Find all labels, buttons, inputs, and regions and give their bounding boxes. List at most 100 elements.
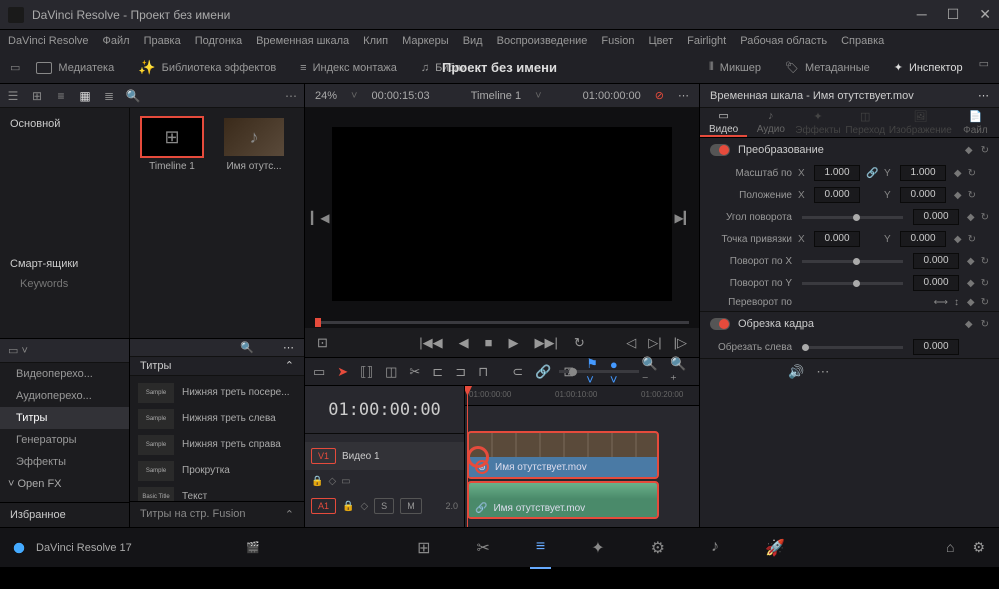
next-frame-icon[interactable]: ▶▶| [534, 335, 557, 351]
zoom-out-icon[interactable]: 🔍⁻ [642, 356, 658, 388]
menu-item[interactable]: Правка [144, 35, 181, 47]
tab-audio[interactable]: ♪Аудио [747, 108, 794, 137]
lock-icon[interactable]: 🔒 [342, 501, 354, 512]
first-frame-icon[interactable]: |◀◀ [419, 335, 442, 351]
menu-item[interactable]: Временная шкала [256, 35, 349, 47]
stop-icon[interactable]: ■ [485, 335, 493, 350]
close-button[interactable]: ✕ [979, 6, 991, 23]
options-icon[interactable]: ⋯ [978, 89, 989, 102]
keyframe-icon[interactable]: ◆ [967, 278, 975, 289]
keyframe-icon[interactable]: ◆ [954, 190, 962, 201]
track-view-icon[interactable]: ▭ [341, 476, 350, 487]
title-item[interactable]: SampleНижняя треть справа [136, 432, 298, 458]
home-icon[interactable]: ⌂ [946, 539, 954, 556]
menu-item[interactable]: Fusion [601, 35, 634, 47]
selection-tool-icon[interactable]: ➤ [337, 364, 348, 380]
link-xy-icon[interactable]: 🔗 [866, 168, 878, 179]
crop-section-head[interactable]: Обрезка кадра ◆↻ [700, 312, 999, 336]
reset-icon[interactable]: ↻ [968, 234, 976, 245]
tab-transition[interactable]: ◫Переход [842, 108, 889, 137]
menu-item[interactable]: Маркеры [402, 35, 449, 47]
page-color[interactable]: ⚙ [651, 538, 665, 558]
viewer[interactable]: ▎◀ ▶▎ [305, 108, 699, 328]
page-fusion[interactable]: ✦ [591, 538, 604, 558]
match-frame-icon[interactable]: ⊡ [317, 335, 328, 351]
title-item[interactable]: SampleПрокрутка [136, 458, 298, 484]
crop-toggle[interactable] [710, 318, 730, 330]
editindex-toggle[interactable]: ≡Индекс монтажа [292, 58, 405, 78]
favorites-label[interactable]: Избранное [0, 502, 129, 527]
reset-icon[interactable]: ↻ [981, 278, 989, 289]
keyframe-icon[interactable]: ◆ [967, 212, 975, 223]
blade-tool-icon[interactable]: ✂ [409, 364, 420, 380]
panel-toggle-icon[interactable]: ▭ [979, 57, 989, 78]
list-view-icon[interactable]: ☰ [6, 90, 20, 102]
replace-icon[interactable]: ⊓ [478, 364, 488, 380]
bypass-icon[interactable]: ⊘ [655, 89, 664, 102]
tab-video[interactable]: ▭Видео [700, 108, 747, 137]
title-item[interactable]: Basic TitleТекст [136, 484, 298, 501]
list-icon[interactable]: ≣ [102, 90, 116, 102]
smart-bins[interactable]: Смарт-ящики [0, 254, 129, 274]
menu-item[interactable]: Fairlight [687, 35, 726, 47]
mixer-toggle[interactable]: ⦀Микшер [701, 57, 769, 78]
page-fairlight[interactable]: ♪ [711, 538, 719, 558]
mark-out-icon[interactable]: ▷| [648, 335, 661, 351]
transform-section-head[interactable]: Преобразование ◆↻ [700, 138, 999, 162]
inspector-toggle[interactable]: ✦Инспектор [886, 57, 971, 78]
timeline-name[interactable]: Timeline 1 [471, 90, 521, 102]
rotation-slider[interactable] [802, 216, 903, 219]
options-icon[interactable]: ⋯ [283, 341, 294, 354]
track-head-a1[interactable]: A1 🔒 ◇ S M 2.0 [305, 492, 464, 520]
reset-icon[interactable]: ↻ [968, 168, 976, 179]
keyframe-icon[interactable]: ◆ [967, 256, 975, 267]
clip-timeline1[interactable]: ⊞ Timeline 1 [136, 118, 208, 172]
title-item[interactable]: SampleНижняя треть слева [136, 406, 298, 432]
overwrite-icon[interactable]: ⊐ [455, 364, 466, 380]
prev-clip-icon[interactable]: ▎◀ [311, 211, 329, 225]
cat-effects[interactable]: Эффекты [0, 451, 129, 473]
search-icon[interactable]: 🔍 [240, 341, 254, 354]
insert-icon[interactable]: ⊏ [432, 364, 443, 380]
flip-v-icon[interactable]: ↕ [954, 297, 959, 308]
mediapool-toggle[interactable]: Медиатека [28, 58, 122, 78]
menu-item[interactable]: Клип [363, 35, 388, 47]
page-media[interactable]: ⊞ [417, 538, 430, 558]
reset-icon[interactable]: ↻ [981, 256, 989, 267]
minimize-button[interactable]: ─ [917, 6, 927, 23]
keyframe-icon[interactable]: ◆ [965, 319, 973, 330]
reset-icon[interactable]: ↻ [968, 190, 976, 201]
keyframe-icon[interactable]: ◆ [967, 297, 975, 308]
menu-item[interactable]: Справка [841, 35, 884, 47]
pitch-slider[interactable] [802, 260, 903, 263]
settings-icon[interactable]: ⚙ [972, 539, 985, 556]
metadata-toggle[interactable]: 🏷Метаданные [777, 57, 878, 78]
timeline-ruler[interactable]: 01:00:00:00 01:00:10:00 01:00:20:00 01:0… [465, 386, 699, 406]
clapper-icon[interactable]: 🎬 [246, 541, 260, 554]
panel-toggle-icon[interactable]: ▭ [10, 61, 20, 74]
reset-icon[interactable]: ↻ [981, 319, 989, 330]
tab-image[interactable]: 🖼Изображение [889, 108, 952, 137]
effects-toggle[interactable]: ✨Библиотека эффектов [130, 55, 284, 80]
mark-clip-icon[interactable]: |▷ [674, 335, 687, 351]
menu-item[interactable]: Цвет [648, 35, 673, 47]
transform-toggle[interactable] [710, 144, 730, 156]
viewer-scrubber[interactable] [315, 321, 689, 324]
menu-item[interactable]: Рабочая область [740, 35, 827, 47]
keyframe-icon[interactable]: ◆ [954, 234, 962, 245]
cat-generators[interactable]: Генераторы [0, 429, 129, 451]
options-icon[interactable]: ⋯ [284, 90, 298, 102]
mark-in-icon[interactable]: ◁ [626, 335, 636, 351]
page-edit[interactable]: ≡ [536, 538, 545, 558]
bin-root[interactable]: Основной [0, 114, 129, 134]
thumb-view-icon[interactable]: ⊞ [30, 90, 44, 102]
layout-icon[interactable]: ▭ ˅ [8, 344, 28, 357]
play-icon[interactable]: ▶ [508, 335, 518, 351]
menu-item[interactable]: Воспроизведение [497, 35, 588, 47]
trim-tool-icon[interactable]: ⟦⟧ [360, 364, 373, 380]
playhead[interactable] [467, 386, 468, 527]
prev-frame-icon[interactable]: ◀ [459, 335, 469, 351]
cat-audio-trans[interactable]: Аудиоперехо... [0, 385, 129, 407]
title-item[interactable]: SampleНижняя треть посере... [136, 380, 298, 406]
flip-h-icon[interactable]: ⟷ [934, 297, 948, 308]
